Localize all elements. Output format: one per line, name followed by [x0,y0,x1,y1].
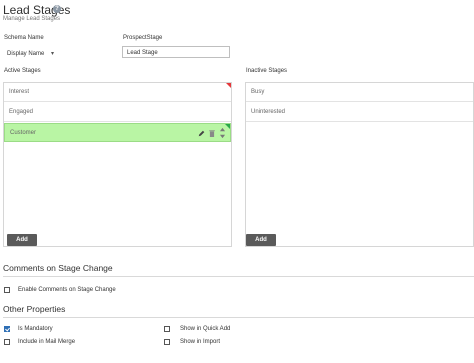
display-name-input[interactable]: Lead Stage [122,46,230,58]
red-corner-marker [226,83,231,88]
other-properties-title: Other Properties [3,304,66,314]
stage-label: Busy [251,89,265,95]
stage-label: Uninterested [251,109,286,115]
enable-comments-checkbox[interactable] [4,287,10,293]
help-icon[interactable]: ? [53,5,61,13]
delete-trash-icon[interactable] [209,130,215,139]
section-divider [3,276,474,277]
show-import-checkbox[interactable] [164,339,170,345]
schema-name-value: ProspectStage [123,35,163,41]
inactive-stages-title: Inactive Stages [246,68,288,74]
show-quick-add-checkbox[interactable] [164,326,170,332]
include-mail-merge-checkbox[interactable] [4,339,10,345]
schema-name-label: Schema Name [4,35,44,41]
enable-comments-label: Enable Comments on Stage Change [18,287,116,293]
edit-pencil-icon[interactable] [198,130,205,139]
active-stages-title: Active Stages [4,68,41,74]
stage-label: Engaged [9,109,34,115]
show-quick-add-label: Show in Quick Add [180,326,231,332]
show-import-label: Show in Import [180,339,221,345]
stage-row-busy[interactable]: Busy [246,83,473,102]
stage-label: Customer [10,130,37,136]
is-mandatory-checkbox[interactable] [4,326,10,332]
section-divider [3,317,474,318]
stage-row-customer[interactable]: Customer [4,123,231,142]
stage-row-engaged[interactable]: Engaged [4,103,231,122]
chevron-down-icon[interactable]: ▾ [51,50,54,57]
stage-row-uninterested[interactable]: Uninterested [246,103,473,122]
active-stages-panel: Interest Engaged Customer Add [3,82,232,247]
inactive-stages-panel: Busy Uninterested Add [245,82,474,247]
is-mandatory-label: Is Mandatory [18,326,53,332]
page-subtitle: Manage Lead Stages [3,16,61,22]
reorder-updown-icon[interactable] [219,127,226,141]
stage-label: Interest [9,89,30,95]
include-mail-merge-label: Include in Mail Merge [18,339,76,345]
add-inactive-stage-button[interactable]: Add [246,234,276,246]
comments-section-title: Comments on Stage Change [3,263,113,273]
display-name-select[interactable]: Display Name [7,51,44,57]
stage-row-interest[interactable]: Interest [4,83,231,102]
add-active-stage-button[interactable]: Add [7,234,37,246]
